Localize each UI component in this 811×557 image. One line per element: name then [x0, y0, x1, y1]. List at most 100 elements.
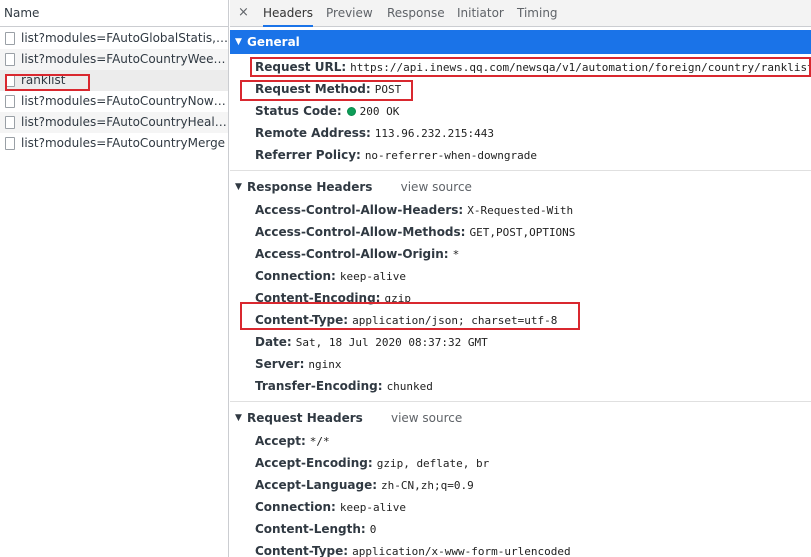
divider	[230, 401, 811, 402]
tab-headers[interactable]: Headers	[263, 0, 313, 27]
document-icon	[5, 137, 15, 150]
header-value: 113.96.232.215:443	[374, 127, 495, 140]
general-row-request-url: Request URL: https://api.inews.qq.com/new…	[230, 56, 811, 78]
header-value: *	[452, 248, 460, 261]
header-value: gzip, deflate, br	[376, 457, 490, 470]
header-name: Content-Type:	[255, 544, 349, 557]
section-title: Request Headers	[247, 411, 363, 425]
header-name: Accept-Language:	[255, 478, 378, 492]
header-name: Access-Control-Allow-Methods:	[255, 225, 466, 239]
request-row[interactable]: list?modules=FAutoCountryHealMer...	[0, 112, 228, 133]
close-icon[interactable]: ×	[238, 5, 249, 20]
header-name: Transfer-Encoding:	[255, 379, 383, 393]
header-name: Remote Address:	[255, 126, 371, 140]
document-icon	[5, 32, 15, 45]
response-header-row: Date: Sat, 18 Jul 2020 08:37:32 GMT	[230, 331, 811, 353]
header-value: keep-alive	[339, 501, 407, 514]
request-header-row: Accept-Language: zh-CN,zh;q=0.9	[230, 474, 811, 496]
divider	[230, 170, 811, 171]
section-request-headers-header[interactable]: ▼ Request Headers view source	[230, 406, 811, 430]
header-value: X-Requested-With	[467, 204, 574, 217]
section-general-header[interactable]: ▼ General	[230, 30, 811, 54]
header-value: Sat, 18 Jul 2020 08:37:32 GMT	[295, 336, 488, 349]
request-detail-panel: × Headers Preview Response Initiator Tim…	[230, 0, 811, 557]
header-name: Accept:	[255, 434, 306, 448]
header-name: Connection:	[255, 269, 336, 283]
response-header-row: Transfer-Encoding: chunked	[230, 375, 811, 397]
tab-response[interactable]: Response	[387, 0, 445, 27]
header-name: Date:	[255, 335, 292, 349]
response-header-row: Content-Type: application/json; charset=u…	[230, 309, 811, 331]
section-response-headers-header[interactable]: ▼ Response Headers view source	[230, 175, 811, 199]
general-row-status-code: Status Code: 200 OK	[230, 100, 811, 122]
request-header-row: Accept-Encoding: gzip, deflate, br	[230, 452, 811, 474]
section-title: General	[247, 35, 300, 49]
header-value: nginx	[308, 358, 342, 371]
detail-tabbar: × Headers Preview Response Initiator Tim…	[230, 0, 811, 27]
view-source-link[interactable]: view source	[391, 411, 462, 425]
header-name: Status Code:	[255, 104, 342, 118]
header-value: https://api.inews.qq.com/newsqa/v1/autom…	[350, 61, 811, 74]
header-value: application/json; charset=utf-8	[352, 314, 558, 327]
request-row[interactable]: list?modules=FAutoGlobalStatis,FAut...	[0, 28, 228, 49]
header-value: GET,POST,OPTIONS	[469, 226, 576, 239]
header-value: chunked	[386, 380, 433, 393]
collapse-triangle-icon: ▼	[235, 182, 242, 192]
header-name: Request URL:	[255, 60, 347, 74]
request-name: list?modules=FAutoCountryWeekCo...	[21, 52, 228, 66]
header-value: no-referrer-when-downgrade	[364, 149, 537, 162]
response-header-row: Access-Control-Allow-Methods: GET,POST,OP…	[230, 221, 811, 243]
tab-preview[interactable]: Preview	[326, 0, 373, 27]
header-name: Content-Length:	[255, 522, 366, 536]
header-name: Access-Control-Allow-Origin:	[255, 247, 449, 261]
header-value: */*	[309, 435, 330, 448]
view-source-link[interactable]: view source	[401, 180, 472, 194]
header-name: Content-Encoding:	[255, 291, 381, 305]
request-row[interactable]: list?modules=FAutoCountryMerge	[0, 133, 228, 154]
header-name: Request Method:	[255, 82, 371, 96]
document-icon	[5, 116, 15, 129]
response-header-row: Access-Control-Allow-Headers: X-Requested…	[230, 199, 811, 221]
header-name: Content-Type:	[255, 313, 349, 327]
response-header-row: Server: nginx	[230, 353, 811, 375]
request-name: ranklist	[21, 73, 66, 87]
header-name: Server:	[255, 357, 305, 371]
document-icon	[5, 95, 15, 108]
response-header-row: Connection: keep-alive	[230, 265, 811, 287]
request-header-row: Connection: keep-alive	[230, 496, 811, 518]
request-row-selected[interactable]: ranklist	[0, 70, 228, 91]
tab-timing[interactable]: Timing	[517, 0, 558, 27]
request-name: list?modules=FAutoCountryNowCon...	[21, 94, 228, 108]
header-value: 0	[369, 523, 377, 536]
general-row-remote-address: Remote Address: 113.96.232.215:443	[230, 122, 811, 144]
request-row[interactable]: list?modules=FAutoCountryNowCon...	[0, 91, 228, 112]
header-name: Referrer Policy:	[255, 148, 361, 162]
header-value: 200 OK	[359, 105, 400, 118]
header-value: application/x-www-form-urlencoded	[352, 545, 571, 557]
header-value: keep-alive	[339, 270, 407, 283]
request-name: list?modules=FAutoCountryHealMer...	[21, 115, 228, 129]
request-header-row: Content-Length: 0	[230, 518, 811, 540]
request-header-row: Content-Type: application/x-www-form-urle…	[230, 540, 811, 557]
document-icon	[5, 74, 15, 87]
header-name: Connection:	[255, 500, 336, 514]
header-name: Access-Control-Allow-Headers:	[255, 203, 464, 217]
status-ok-icon	[346, 107, 356, 116]
header-value: gzip	[384, 292, 411, 305]
request-name: list?modules=FAutoGlobalStatis,FAut...	[21, 31, 228, 45]
general-row-referrer-policy: Referrer Policy: no-referrer-when-downgra…	[230, 144, 811, 166]
collapse-triangle-icon: ▼	[235, 413, 242, 423]
request-row[interactable]: list?modules=FAutoCountryWeekCo...	[0, 49, 228, 70]
request-header-row: Accept: */*	[230, 430, 811, 452]
request-name: list?modules=FAutoCountryMerge	[21, 136, 226, 150]
tab-initiator[interactable]: Initiator	[457, 0, 504, 27]
header-value: zh-CN,zh;q=0.9	[381, 479, 474, 492]
response-header-row: Access-Control-Allow-Origin: *	[230, 243, 811, 265]
collapse-triangle-icon: ▼	[235, 37, 242, 47]
header-name: Accept-Encoding:	[255, 456, 373, 470]
document-icon	[5, 53, 15, 66]
name-column-header[interactable]: Name	[0, 0, 228, 27]
response-header-row: Content-Encoding: gzip	[230, 287, 811, 309]
general-row-request-method: Request Method: POST	[230, 78, 811, 100]
section-title: Response Headers	[247, 180, 373, 194]
